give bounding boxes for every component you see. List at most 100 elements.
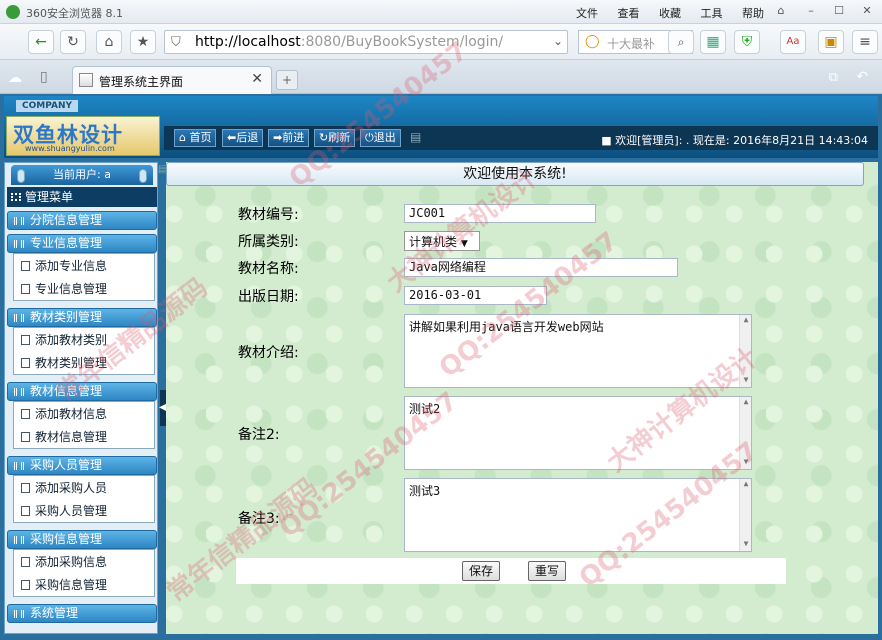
menu-favorites[interactable]: 收藏 <box>659 7 681 20</box>
group-book-category[interactable]: 教材类别管理 <box>7 308 157 327</box>
group-purchaser[interactable]: 采购人员管理 <box>7 456 157 475</box>
close-window-icon[interactable]: ✕ <box>856 2 878 20</box>
back-icon[interactable]: ← <box>28 30 54 54</box>
new-tab-button[interactable]: + <box>276 70 298 90</box>
page-icon <box>21 261 30 271</box>
chevron-down-icon: ▼ <box>460 239 468 249</box>
group-system[interactable]: 系统管理 <box>7 604 157 623</box>
scrollbar[interactable]: ▲ ▼ <box>739 397 751 469</box>
skin-icon[interactable]: ⌂ <box>770 2 792 20</box>
tab-label: 管理系统主界面 <box>99 75 184 89</box>
group-major[interactable]: 专业信息管理 <box>7 234 157 253</box>
folder-icon <box>14 388 24 396</box>
code-input[interactable]: JC001 <box>404 204 596 223</box>
maximize-icon[interactable]: ☐ <box>828 2 850 20</box>
scroll-up-icon[interactable]: ▲ <box>740 479 751 491</box>
page-icon <box>21 335 30 345</box>
note2-label: 备注2: <box>238 427 280 443</box>
scroll-down-icon[interactable]: ▼ <box>740 539 751 551</box>
name-label: 教材名称: <box>238 261 299 277</box>
minimize-icon[interactable]: – <box>800 2 822 20</box>
sidebar-item-add-category[interactable]: 添加教材类别 <box>13 329 155 351</box>
url-path: :8080/BuyBookSystem/login/ <box>300 34 504 50</box>
browser-menu: 文件 查看 收藏 工具 帮助 <box>560 5 764 21</box>
sidebar-item-manage-purchaser[interactable]: 采购人员管理 <box>13 500 155 522</box>
page-icon <box>21 284 30 294</box>
scroll-down-icon[interactable]: ▼ <box>740 375 751 387</box>
sidebar-item-add-major[interactable]: 添加专业信息 <box>13 255 155 277</box>
translate-icon[interactable]: Aa <box>780 30 806 54</box>
tab-main[interactable]: 管理系统主界面 ✕ <box>72 66 272 94</box>
site-header: COMPANY 双鱼林设计 www.shuangyulin.com ⌂ 首页 ⬅… <box>4 96 878 158</box>
save-button[interactable]: 保存 <box>462 561 501 581</box>
tab-list-icon[interactable]: ⧉ <box>829 70 838 85</box>
close-tab-icon[interactable]: ✕ <box>251 71 263 87</box>
address-bar[interactable]: ⛉ http://localhost:8080/BuyBookSystem/lo… <box>164 30 568 54</box>
sidebar-item-manage-major[interactable]: 专业信息管理 <box>13 278 155 300</box>
scroll-down-icon[interactable]: ▼ <box>740 457 751 469</box>
folder-icon <box>14 240 24 248</box>
sidebar-item-add-purchaser[interactable]: 添加采购人员 <box>13 477 155 499</box>
note2-textarea[interactable]: 测试2 ▲ ▼ <box>404 396 752 470</box>
back-button[interactable]: ⬅后退 <box>222 129 264 147</box>
group-book-info[interactable]: 教材信息管理 <box>7 382 157 401</box>
date-input[interactable]: 2016-03-01 <box>404 286 547 305</box>
scroll-up-icon[interactable]: ▲ <box>740 397 751 409</box>
sidebar-item-manage-category[interactable]: 教材类别管理 <box>13 352 155 374</box>
category-select[interactable]: 计算机类 ▼ <box>404 231 480 251</box>
phone-icon[interactable]: ▯ <box>40 69 48 85</box>
sidebar-item-manage-purchase[interactable]: 采购信息管理 <box>13 574 155 596</box>
logout-button[interactable]: ⏻退出 <box>360 129 401 147</box>
current-user: 当前用户: a <box>53 168 111 181</box>
scrollbar[interactable]: ▲ ▼ <box>739 315 751 387</box>
main-title: 欢迎使用本系统! <box>166 162 864 186</box>
security-icon[interactable]: ⛨ <box>734 30 760 54</box>
page-icon <box>21 506 30 516</box>
home-button[interactable]: ⌂ 首页 <box>174 129 217 147</box>
site-logo: 双鱼林设计 www.shuangyulin.com <box>6 116 160 156</box>
web-page: COMPANY 双鱼林设计 www.shuangyulin.com ⌂ 首页 ⬅… <box>0 94 882 640</box>
site-toolbar: ⌂ 首页 ⬅后退 ➡前进 ↻刷新 ⏻退出 ▤ ■ 欢迎[管理员]: . 现在是:… <box>164 126 878 150</box>
folder-icon <box>14 314 24 322</box>
refresh-icon[interactable]: ↻ <box>60 30 86 54</box>
main-content: 欢迎使用本系统! ▤ 教材编号: JC001 所属类别: 计算机类 ▼ 教材名称… <box>158 162 878 634</box>
search-input[interactable]: 十大最补 <box>607 35 655 52</box>
arrow-right-icon: ➡ <box>273 131 283 144</box>
name-input[interactable]: Java网络编程 <box>404 258 678 277</box>
search-engine-icon: ◯ <box>585 34 600 49</box>
date-label: 出版日期: <box>238 289 299 305</box>
home-icon[interactable]: ⌂ <box>96 30 122 54</box>
gift-icon[interactable]: ▣ <box>818 30 844 54</box>
undo-close-icon[interactable]: ↶ <box>856 69 868 85</box>
grip-icon: ▤ <box>158 164 168 175</box>
tab-strip: ☁ ▯ 管理系统主界面 ✕ + ⧉ ↶ <box>0 60 882 94</box>
note3-textarea[interactable]: 测试3 ▲ ▼ <box>404 478 752 552</box>
apps-icon[interactable]: ▦ <box>700 30 726 54</box>
star-icon[interactable]: ★ <box>130 30 156 54</box>
menu-file[interactable]: 文件 <box>576 7 598 20</box>
intro-textarea[interactable]: 讲解如果利用java语言开发web网站 ▲ ▼ <box>404 314 752 388</box>
cloud-icon[interactable]: ☁ <box>8 70 22 86</box>
group-college[interactable]: 分院信息管理 <box>7 211 157 230</box>
sidebar-item-add-purchase[interactable]: 添加采购信息 <box>13 551 155 573</box>
page-icon <box>21 358 30 368</box>
sidebar-item-add-book[interactable]: 添加教材信息 <box>13 403 155 425</box>
menu-tools[interactable]: 工具 <box>701 7 723 20</box>
menu-view[interactable]: 查看 <box>618 7 640 20</box>
folder-icon <box>14 610 24 618</box>
folder-icon <box>14 217 24 225</box>
menu-more-icon[interactable]: ≡ <box>852 30 878 54</box>
url-host: http://localhost <box>195 34 301 50</box>
page-icon <box>21 483 30 493</box>
dropdown-icon[interactable]: ⌄ <box>553 34 563 48</box>
reset-button[interactable]: 重写 <box>528 561 567 581</box>
search-icon[interactable]: ⌕ <box>668 30 694 54</box>
browser-app-title: 360安全浏览器 8.1 <box>26 7 123 20</box>
forward-button[interactable]: ➡前进 <box>268 129 310 147</box>
group-purchase[interactable]: 采购信息管理 <box>7 530 157 549</box>
scroll-up-icon[interactable]: ▲ <box>740 315 751 327</box>
menu-help[interactable]: 帮助 <box>742 7 764 20</box>
scrollbar[interactable]: ▲ ▼ <box>739 479 751 551</box>
sidebar-item-manage-book[interactable]: 教材信息管理 <box>13 426 155 448</box>
refresh-button[interactable]: ↻刷新 <box>314 129 356 147</box>
